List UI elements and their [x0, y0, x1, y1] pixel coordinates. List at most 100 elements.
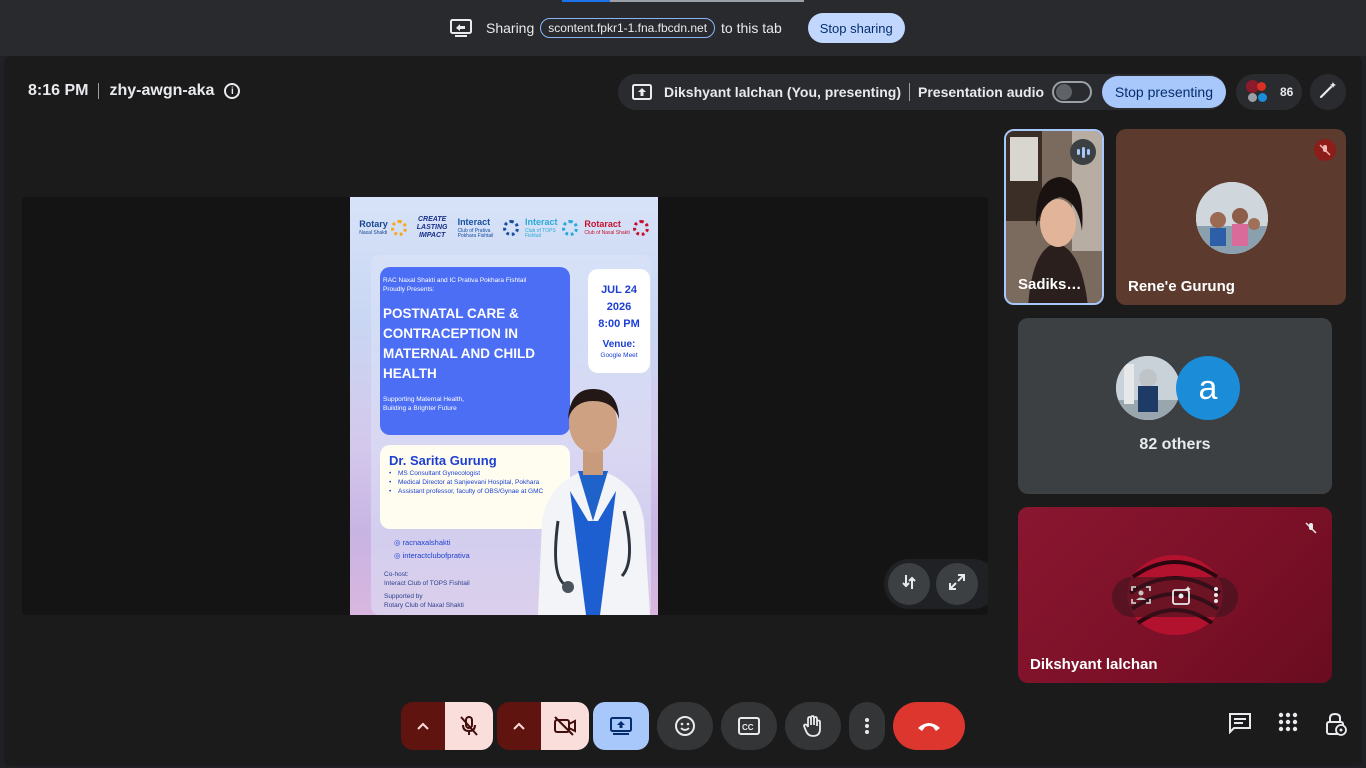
poster-date-card: JUL 24 2026 8:00 PM Venue: Google Meet [588, 269, 650, 373]
poster-venue-label: Venue: [602, 339, 636, 351]
rotaract-logo: Rotaract Club of Naxal Shakti [584, 220, 649, 236]
stop-presenting-button[interactable]: Stop presenting [1101, 76, 1226, 108]
meeting-time: 8:16 PM [28, 82, 89, 99]
speaking-indicator-icon [1070, 139, 1096, 165]
sharing-prefix: Sharing [486, 20, 535, 36]
audio-settings-button[interactable] [401, 702, 445, 750]
more-options-button[interactable] [849, 702, 885, 750]
swap-vert-icon [900, 573, 918, 596]
presentation-stage: Rotary Naxal Shakti CREATE LASTING IMPACT… [22, 197, 988, 615]
presenter-name: Dikshyant lalchan (You, presenting) [664, 84, 902, 100]
divider [909, 83, 911, 101]
others-tile[interactable]: a 82 others [1018, 318, 1332, 494]
volume-off-icon [1056, 84, 1073, 100]
camera-toggle-button[interactable] [541, 702, 589, 750]
poster-time: 8:00 PM [598, 318, 640, 331]
side-panel-buttons [1216, 712, 1360, 736]
others-count: 82 others [1139, 436, 1211, 453]
captions-icon: CC [738, 717, 760, 735]
raise-hand-icon [803, 715, 821, 737]
meeting-code: zhy-awgn-aka [109, 82, 215, 99]
people-button[interactable]: 86 [1236, 74, 1302, 110]
more-vert-icon[interactable] [1213, 586, 1219, 609]
mic-off-icon [460, 716, 478, 736]
present-now-button[interactable] [593, 702, 649, 750]
meet-window: 8:16 PM zhy-awgn-aka i Dikshyant lalchan… [4, 56, 1362, 766]
participant-name: Sadiks… [1018, 276, 1082, 293]
present-screen-icon [610, 717, 632, 735]
people-icon [1246, 80, 1270, 104]
poster-logos: Rotary Naxal Shakti CREATE LASTING IMPACT… [350, 211, 658, 245]
svg-text:CC: CC [742, 723, 754, 732]
present-screen-icon [632, 84, 652, 100]
mic-toggle-button[interactable] [445, 702, 493, 750]
mic-off-icon [1314, 139, 1336, 161]
frame-person-icon[interactable] [1130, 585, 1151, 609]
shared-tab-url: scontent.fpkr1-1.fna.fbcdn.net [540, 18, 716, 38]
raise-hand-button[interactable] [785, 702, 841, 750]
poster-cohost: Co-host: Interact Club of TOPS Fishtail [384, 571, 470, 587]
chevron-up-icon [417, 722, 429, 730]
avatar [1116, 356, 1180, 420]
participant-tile-sadiksha[interactable]: Sadiks… [1004, 129, 1104, 305]
camera-control [497, 702, 589, 750]
self-tile[interactable]: Dikshyant lalchan [1018, 507, 1332, 683]
participant-name: Dikshyant lalchan [1030, 656, 1158, 673]
info-icon[interactable]: i [224, 83, 241, 99]
mic-off-icon [1300, 517, 1322, 539]
host-effects-button[interactable] [1310, 74, 1346, 110]
poster-year: 2026 [606, 301, 632, 314]
poster-supported-by: Supported by Rotary Club of Naxal Shakti [384, 593, 464, 609]
avatar [1196, 182, 1268, 254]
poster-social-handles: racnaxalshakti interactclubofprativa [394, 537, 470, 563]
sharing-suffix: to this tab [721, 20, 782, 36]
video-settings-button[interactable] [497, 702, 541, 750]
instagram-handle: racnaxalshakti [394, 537, 470, 550]
instagram-handle: interactclubofprativa [394, 550, 470, 563]
divider [98, 83, 100, 99]
expand-icon [948, 573, 966, 596]
call-controls: CC [4, 698, 1362, 754]
participant-count: 86 [1280, 85, 1294, 99]
participant-tile-renee[interactable]: Rene'e Gurung [1116, 129, 1346, 305]
meeting-details: 8:16 PM zhy-awgn-aka i [28, 82, 241, 100]
chat-button[interactable] [1216, 712, 1264, 736]
mic-control [401, 702, 493, 750]
avatar: a [1176, 356, 1240, 420]
stage-controls [884, 559, 988, 609]
tab-indicator [562, 0, 804, 2]
chevron-up-icon [513, 722, 525, 730]
poster-venue: Google Meet [600, 352, 638, 360]
chat-icon [1229, 713, 1251, 734]
tab-sharing-bar: Sharing scontent.fpkr1-1.fna.fbcdn.net t… [0, 0, 1366, 56]
apps-grid-icon [1278, 712, 1298, 732]
visual-effects-icon[interactable] [1172, 585, 1192, 610]
activities-button[interactable] [1264, 712, 1312, 736]
rotary-logo: Rotary Naxal Shakti [359, 220, 407, 236]
self-tile-controls [1112, 577, 1238, 617]
interact-tops-logo: Interact Club of TOPS Fishtail [525, 217, 578, 239]
emoji-icon [675, 716, 695, 736]
sharing-row: Sharing scontent.fpkr1-1.fna.fbcdn.net t… [450, 13, 905, 43]
captions-button[interactable]: CC [721, 702, 777, 750]
camera-off-icon [554, 716, 576, 736]
participant-name: Rene'e Gurung [1128, 278, 1235, 295]
poster-presents: RAC Naxal Shakti and IC Prativa Pokhara … [383, 277, 527, 293]
fullscreen-button[interactable] [936, 563, 978, 605]
interact-prativa-logo: Interact Club of Prativa Pokhara Fishtail [458, 217, 519, 239]
event-poster: Rotary Naxal Shakti CREATE LASTING IMPACT… [350, 197, 658, 615]
meet-header: 8:16 PM zhy-awgn-aka i Dikshyant lalchan… [4, 56, 1362, 126]
more-vert-icon [865, 718, 869, 734]
poster-date: JUL 24 [601, 284, 637, 296]
presentation-audio-toggle[interactable] [1052, 81, 1093, 103]
swap-layout-button[interactable] [888, 563, 930, 605]
leave-call-button[interactable] [893, 702, 965, 750]
host-controls-button[interactable] [1312, 712, 1360, 736]
call-end-icon [918, 723, 940, 731]
magic-pen-icon [1318, 80, 1338, 105]
screen-share-icon [450, 19, 472, 37]
impact-logo: CREATE LASTING IMPACT [416, 216, 448, 239]
stop-sharing-button[interactable]: Stop sharing [807, 13, 905, 43]
host-controls-icon [1326, 712, 1347, 736]
reactions-button[interactable] [657, 702, 713, 750]
